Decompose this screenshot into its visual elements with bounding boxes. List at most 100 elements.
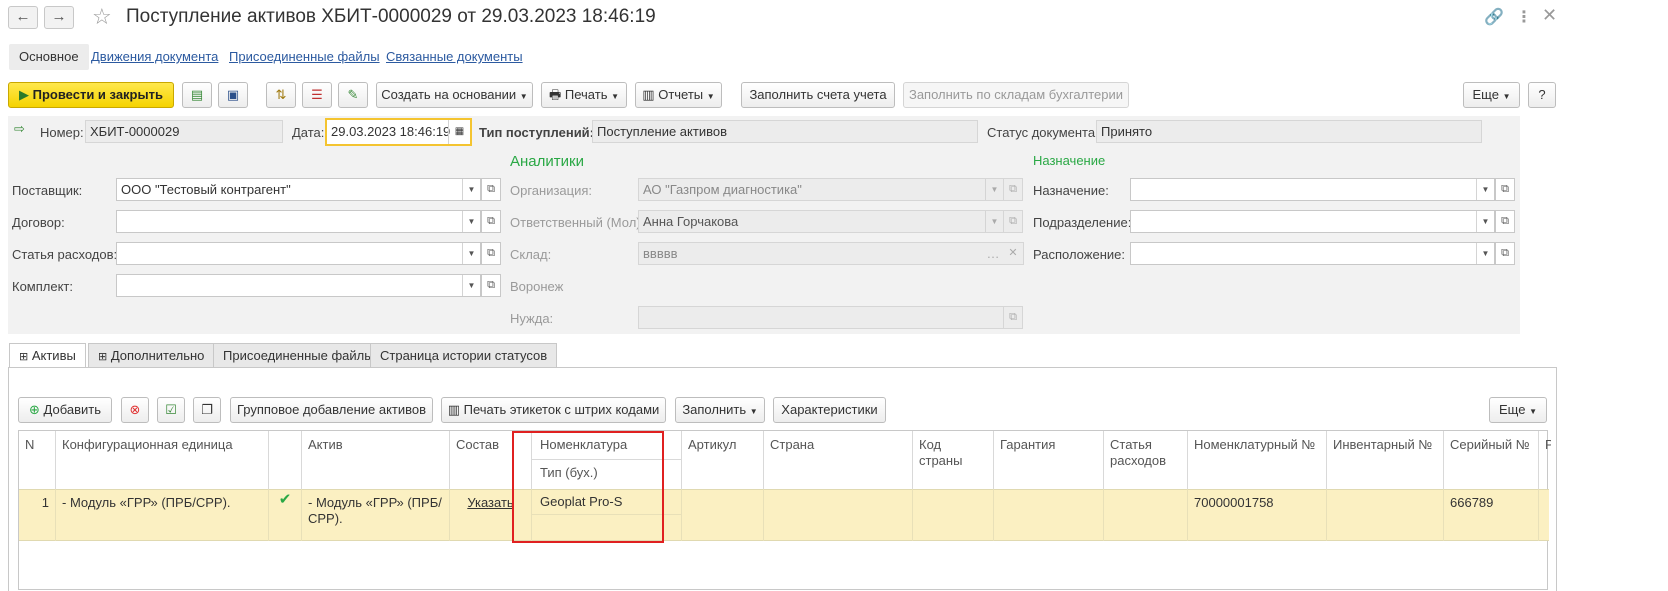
tab-movements[interactable]: Движения документа	[91, 44, 218, 70]
open-expense-button[interactable]: ⧉	[481, 242, 501, 265]
more-button[interactable]: Еще ▼	[1463, 82, 1520, 108]
department-field[interactable]: ▼	[1130, 210, 1495, 233]
calendar-icon[interactable]: ▦	[448, 120, 470, 144]
col-header-expense[interactable]: Статья расходов	[1104, 431, 1188, 489]
col-header-check[interactable]	[269, 431, 302, 489]
col-header-warranty[interactable]: Гарантия	[994, 431, 1104, 489]
group-add-button[interactable]: Групповое добавление активов	[230, 397, 433, 423]
col-header-inv-no[interactable]: Инвентарный №	[1327, 431, 1444, 489]
cell-nom-no[interactable]: 70000001758	[1188, 489, 1327, 541]
col-header-rn[interactable]: РН	[1539, 431, 1551, 489]
cell-country-code[interactable]	[913, 489, 994, 541]
fill-accounts-button[interactable]: Заполнить счета учета	[741, 82, 895, 108]
location-field[interactable]: ▼	[1130, 242, 1495, 265]
tab-assets[interactable]: ⊞ Активы	[9, 343, 86, 368]
open-organization-button[interactable]: ⧉	[1003, 178, 1023, 201]
open-kit-button[interactable]: ⧉	[481, 274, 501, 297]
cell-serial[interactable]: 666789	[1444, 489, 1539, 541]
table-more-button[interactable]: Еще ▼	[1489, 397, 1547, 423]
help-button[interactable]: ?	[1528, 82, 1556, 108]
open-supplier-button[interactable]: ⧉	[481, 178, 501, 201]
select-button[interactable]: ☑	[157, 397, 185, 423]
dropdown-arrow-icon[interactable]: ▼	[462, 211, 480, 232]
create-based-on-button[interactable]: Создать на основании ▼	[376, 82, 533, 108]
check-all-icon: ☑	[165, 402, 177, 417]
cell-country[interactable]	[764, 489, 913, 541]
dropdown-arrow-icon[interactable]: ▼	[462, 243, 480, 264]
date-field[interactable]: 29.03.2023 18:46:19 ▦	[325, 118, 472, 146]
dropdown-arrow-icon[interactable]: ▼	[462, 275, 480, 296]
col-header-nom-no[interactable]: Номенклатурный №	[1188, 431, 1327, 489]
dropdown-arrow-icon[interactable]: ▼	[462, 179, 480, 200]
contract-field[interactable]: ▼	[116, 210, 481, 233]
tab-status-history[interactable]: Страница истории статусов	[370, 343, 558, 368]
cell-inv-no[interactable]	[1327, 489, 1444, 541]
more-vert-icon[interactable]: ⋮	[1516, 7, 1532, 27]
cell-warranty[interactable]	[994, 489, 1104, 541]
sign-button[interactable]: ✎	[338, 82, 368, 108]
col-header-serial[interactable]: Серийный №	[1444, 431, 1539, 489]
open-contract-button[interactable]: ⧉	[481, 210, 501, 233]
number-field[interactable]: ХБИТ-0000029	[85, 120, 283, 143]
print-button[interactable]: 🖶 Печать ▼	[541, 82, 627, 108]
col-header-country[interactable]: Страна	[764, 431, 913, 489]
fill-button[interactable]: Заполнить ▼	[675, 397, 765, 423]
star-icon[interactable]: ☆	[92, 4, 112, 30]
post-icon: ▶	[19, 87, 33, 102]
cell-asset[interactable]: - Модуль «ГРР» (ПРБ/СРР).	[302, 489, 450, 541]
copy-button[interactable]: ❐	[193, 397, 221, 423]
cell-n[interactable]: 1	[19, 489, 56, 541]
warehouse-field[interactable]: ввввв … ✕	[638, 242, 1024, 265]
post-and-close-button[interactable]: ▶ Провести и закрыть	[8, 82, 174, 108]
col-header-country-code[interactable]: Код страны	[913, 431, 994, 489]
kit-field[interactable]: ▼	[116, 274, 481, 297]
tab-related-docs[interactable]: Связанные документы	[386, 44, 523, 70]
need-field[interactable]	[638, 306, 1004, 329]
structure-button[interactable]: ⇅	[266, 82, 296, 108]
organization-field[interactable]: АО "Газпром диагностика" ▼	[638, 178, 1004, 201]
cell-article[interactable]	[682, 489, 764, 541]
tab-files[interactable]: Присоединенные файлы	[213, 343, 384, 368]
open-department-button[interactable]: ⧉	[1495, 210, 1515, 233]
tab-additional[interactable]: ⊞ Дополнительно	[88, 343, 215, 368]
cell-config-unit[interactable]: - Модуль «ГРР» (ПРБ/СРР).	[56, 489, 269, 541]
open-responsible-button[interactable]: ⧉	[1003, 210, 1023, 233]
col-header-article[interactable]: Артикул	[682, 431, 764, 489]
back-button[interactable]: ←	[8, 6, 38, 29]
cell-expense[interactable]	[1104, 489, 1188, 541]
dropdown-arrow-icon: ▼	[519, 92, 528, 101]
col-header-config-unit[interactable]: Конфигурационная единица	[56, 431, 269, 489]
open-location-button[interactable]: ⧉	[1495, 242, 1515, 265]
purpose-field[interactable]: ▼	[1130, 178, 1495, 201]
journal-button[interactable]: ☰	[302, 82, 332, 108]
save-button[interactable]: ▣	[218, 82, 248, 108]
status-field[interactable]: Принято	[1096, 120, 1482, 143]
tab-main[interactable]: Основное	[9, 44, 89, 70]
delete-button[interactable]: ⊗	[121, 397, 149, 423]
col-header-n[interactable]: N	[19, 431, 56, 489]
link-icon[interactable]: 🔗	[1484, 7, 1504, 27]
col-header-asset[interactable]: Актив	[302, 431, 450, 489]
open-purpose-button[interactable]: ⧉	[1495, 178, 1515, 201]
checkmark-icon[interactable]: ✔	[269, 489, 302, 541]
dropdown-arrow-icon[interactable]: ▼	[1476, 243, 1494, 264]
department-label: Подразделение:	[1033, 215, 1132, 230]
print-labels-button[interactable]: ▥ Печать этикеток с штрих кодами	[441, 397, 666, 423]
forward-button[interactable]: →	[44, 6, 74, 29]
dropdown-arrow-icon[interactable]: ▼	[1476, 179, 1494, 200]
fill-warehouses-button[interactable]: Заполнить по складам бухгалтерии	[903, 82, 1129, 108]
reports-button[interactable]: ▥ Отчеты ▼	[635, 82, 722, 108]
characteristics-button[interactable]: Характеристики	[773, 397, 886, 423]
type-field[interactable]: Поступление активов	[592, 120, 978, 143]
supplier-field[interactable]: ООО "Тестовый контрагент" ▼	[116, 178, 481, 201]
add-button[interactable]: ⊕ Добавить	[18, 397, 112, 423]
clear-icon[interactable]: ✕	[1003, 243, 1023, 264]
post-icon-button[interactable]: ▤	[182, 82, 212, 108]
open-need-button[interactable]: ⧉	[1003, 306, 1023, 329]
dropdown-arrow-icon[interactable]: ▼	[1476, 211, 1494, 232]
expense-field[interactable]: ▼	[116, 242, 481, 265]
ellipsis-icon[interactable]: …	[983, 243, 1003, 264]
tab-attached-files[interactable]: Присоединенные файлы	[229, 44, 380, 70]
close-icon[interactable]: ✕	[1542, 5, 1557, 26]
responsible-field[interactable]: Анна Горчакова ▼	[638, 210, 1004, 233]
